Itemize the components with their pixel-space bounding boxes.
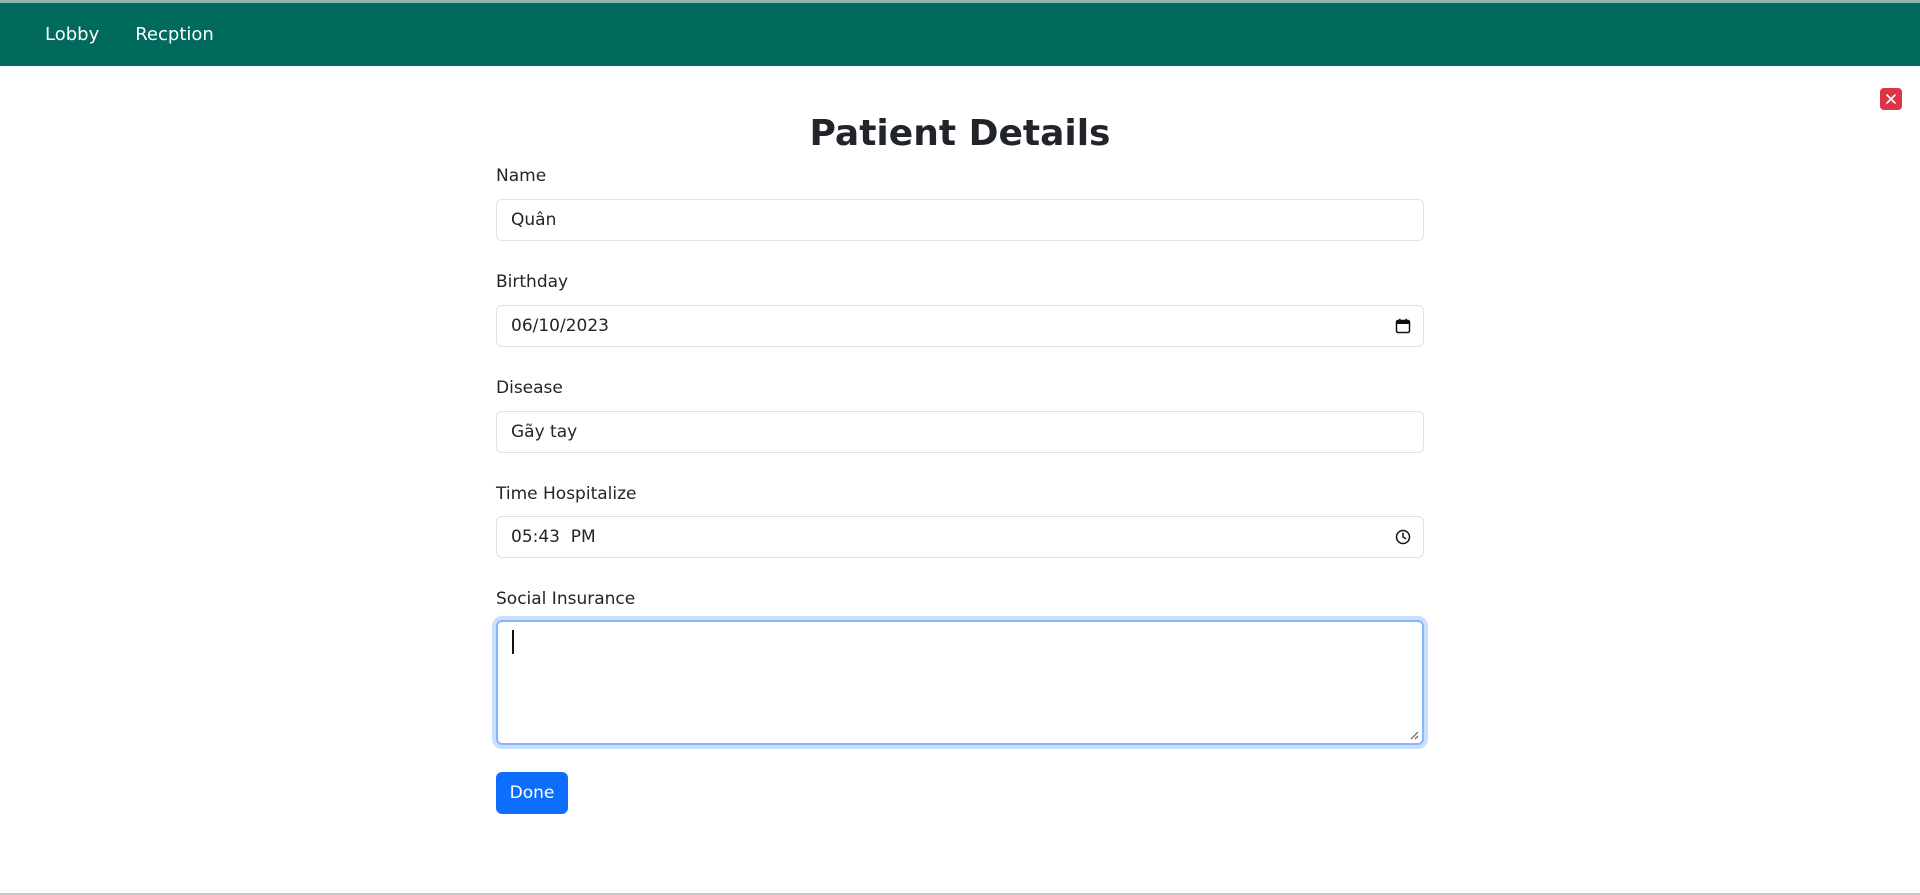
nav-link-lobby[interactable]: Lobby xyxy=(45,25,99,44)
close-button[interactable] xyxy=(1880,88,1902,110)
birthday-label: Birthday xyxy=(496,272,569,292)
clock-icon[interactable] xyxy=(1395,529,1411,545)
close-icon xyxy=(1886,94,1896,104)
text-caret xyxy=(512,630,514,654)
time-hospitalize-input[interactable]: 05:43 PM xyxy=(496,516,1424,558)
social-insurance-textarea[interactable] xyxy=(496,620,1424,745)
time-hospitalize-label: Time Hospitalize xyxy=(496,484,637,504)
birthday-input-value: 06/10/2023 xyxy=(511,316,609,336)
social-insurance-label: Social Insurance xyxy=(496,589,636,609)
calendar-icon[interactable] xyxy=(1395,318,1411,334)
name-input[interactable]: Quân xyxy=(496,199,1424,241)
disease-label: Disease xyxy=(496,378,563,398)
disease-input-value: Gãy tay xyxy=(511,422,578,442)
top-navbar: Lobby Recption xyxy=(0,3,1920,66)
disease-input[interactable]: Gãy tay xyxy=(496,411,1424,453)
done-button[interactable]: Done xyxy=(496,772,568,814)
page-title: Patient Details xyxy=(809,113,1111,154)
resize-grip-icon[interactable] xyxy=(1409,730,1419,740)
birthday-date-input[interactable]: 06/10/2023 xyxy=(496,305,1424,347)
nav-link-reception[interactable]: Recption xyxy=(135,25,214,44)
name-label: Name xyxy=(496,166,547,186)
time-hospitalize-input-value: 05:43 PM xyxy=(511,527,596,547)
name-input-value: Quân xyxy=(511,210,557,230)
